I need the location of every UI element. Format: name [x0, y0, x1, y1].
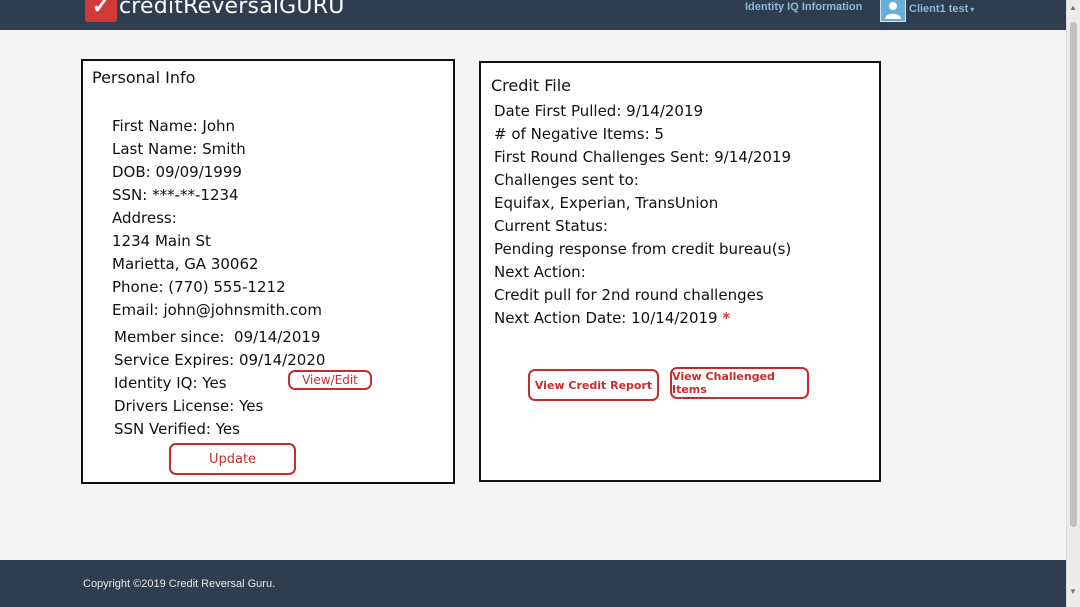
challenges-value: Equifax, Experian, TransUnion: [494, 194, 719, 212]
view-edit-label: View/Edit: [302, 373, 358, 387]
last-name-field: Last Name: Smith: [112, 140, 246, 158]
view-credit-report-button[interactable]: View Credit Report: [528, 369, 659, 401]
phone-field: Phone: (770) 555-1212: [112, 278, 286, 296]
next-action-date-text: Next Action Date: 10/14/2019: [494, 309, 718, 327]
next-action-label: Next Action:: [494, 263, 586, 281]
address-label: Address:: [112, 209, 177, 227]
view-credit-report-label: View Credit Report: [534, 378, 653, 392]
user-avatar-icon: [880, 0, 906, 22]
scrollbar-thumb[interactable]: [1070, 22, 1077, 527]
drivers-license-field: Drivers License: Yes: [114, 397, 264, 415]
personal-info-title: Personal Info: [92, 68, 196, 87]
footer: Copyright ©2019 Credit Reversal Guru.: [0, 560, 1067, 607]
first-name-field: First Name: John: [112, 117, 236, 135]
update-button[interactable]: Update: [169, 443, 296, 475]
dob-field: DOB: 09/09/1999: [112, 163, 242, 181]
view-edit-button[interactable]: View/Edit: [288, 370, 372, 390]
member-since-field: Member since: 09/14/2019: [114, 328, 321, 346]
required-asterisk: *: [722, 309, 731, 327]
credit-file-panel: Credit File Date First Pulled: 9/14/2019…: [479, 61, 881, 482]
email-field: Email: john@johnsmith.com: [112, 301, 322, 319]
date-first-pulled-field: Date First Pulled: 9/14/2019: [494, 102, 704, 120]
view-challenged-items-label: View Challenged Items: [672, 370, 775, 396]
scroll-down-arrow-icon[interactable]: ▼: [1069, 587, 1077, 596]
first-round-sent-field: First Round Challenges Sent: 9/14/2019: [494, 148, 792, 166]
status-label: Current Status:: [494, 217, 608, 235]
checkmark-logo-icon: ✓: [85, 0, 117, 22]
credit-file-title: Credit File: [491, 76, 571, 95]
next-action-value: Credit pull for 2nd round challenges: [494, 286, 764, 304]
identity-iq-field: Identity IQ: Yes: [114, 374, 227, 392]
challenges-label: Challenges sent to:: [494, 171, 639, 189]
status-value: Pending response from credit bureau(s): [494, 240, 792, 258]
next-action-date-field: Next Action Date: 10/14/2019 *: [494, 309, 730, 327]
user-name: Client1 test: [909, 3, 969, 15]
chevron-down-icon: ▾: [970, 4, 975, 14]
negative-items-field: # of Negative Items: 5: [494, 125, 664, 143]
identity-iq-information-link[interactable]: Identity IQ Information: [745, 1, 862, 13]
logo[interactable]: ✓ creditReversalGURU: [85, 0, 345, 22]
service-expires-field: Service Expires: 09/14/2020: [114, 351, 326, 369]
user-menu-dropdown[interactable]: Client1 test ▾: [880, 0, 974, 22]
update-label: Update: [208, 451, 257, 467]
view-challenged-items-button[interactable]: View Challenged Items: [670, 367, 809, 399]
ssn-verified-field: SSN Verified: Yes: [114, 420, 240, 438]
copyright-text: Copyright ©2019 Credit Reversal Guru.: [83, 578, 276, 590]
address-line1: 1234 Main St: [112, 232, 211, 250]
ssn-field: SSN: ***-**-1234: [112, 186, 239, 204]
personal-info-panel: Personal Info First Name: John Last Name…: [81, 59, 455, 484]
address-line2: Marietta, GA 30062: [112, 255, 259, 273]
top-navbar: ✓ creditReversalGURU Identity IQ Informa…: [0, 0, 1067, 30]
logo-text: creditReversalGURU: [119, 0, 345, 19]
vertical-scrollbar[interactable]: ▲ ▼: [1066, 0, 1080, 607]
scroll-up-arrow-icon[interactable]: ▲: [1069, 3, 1077, 12]
